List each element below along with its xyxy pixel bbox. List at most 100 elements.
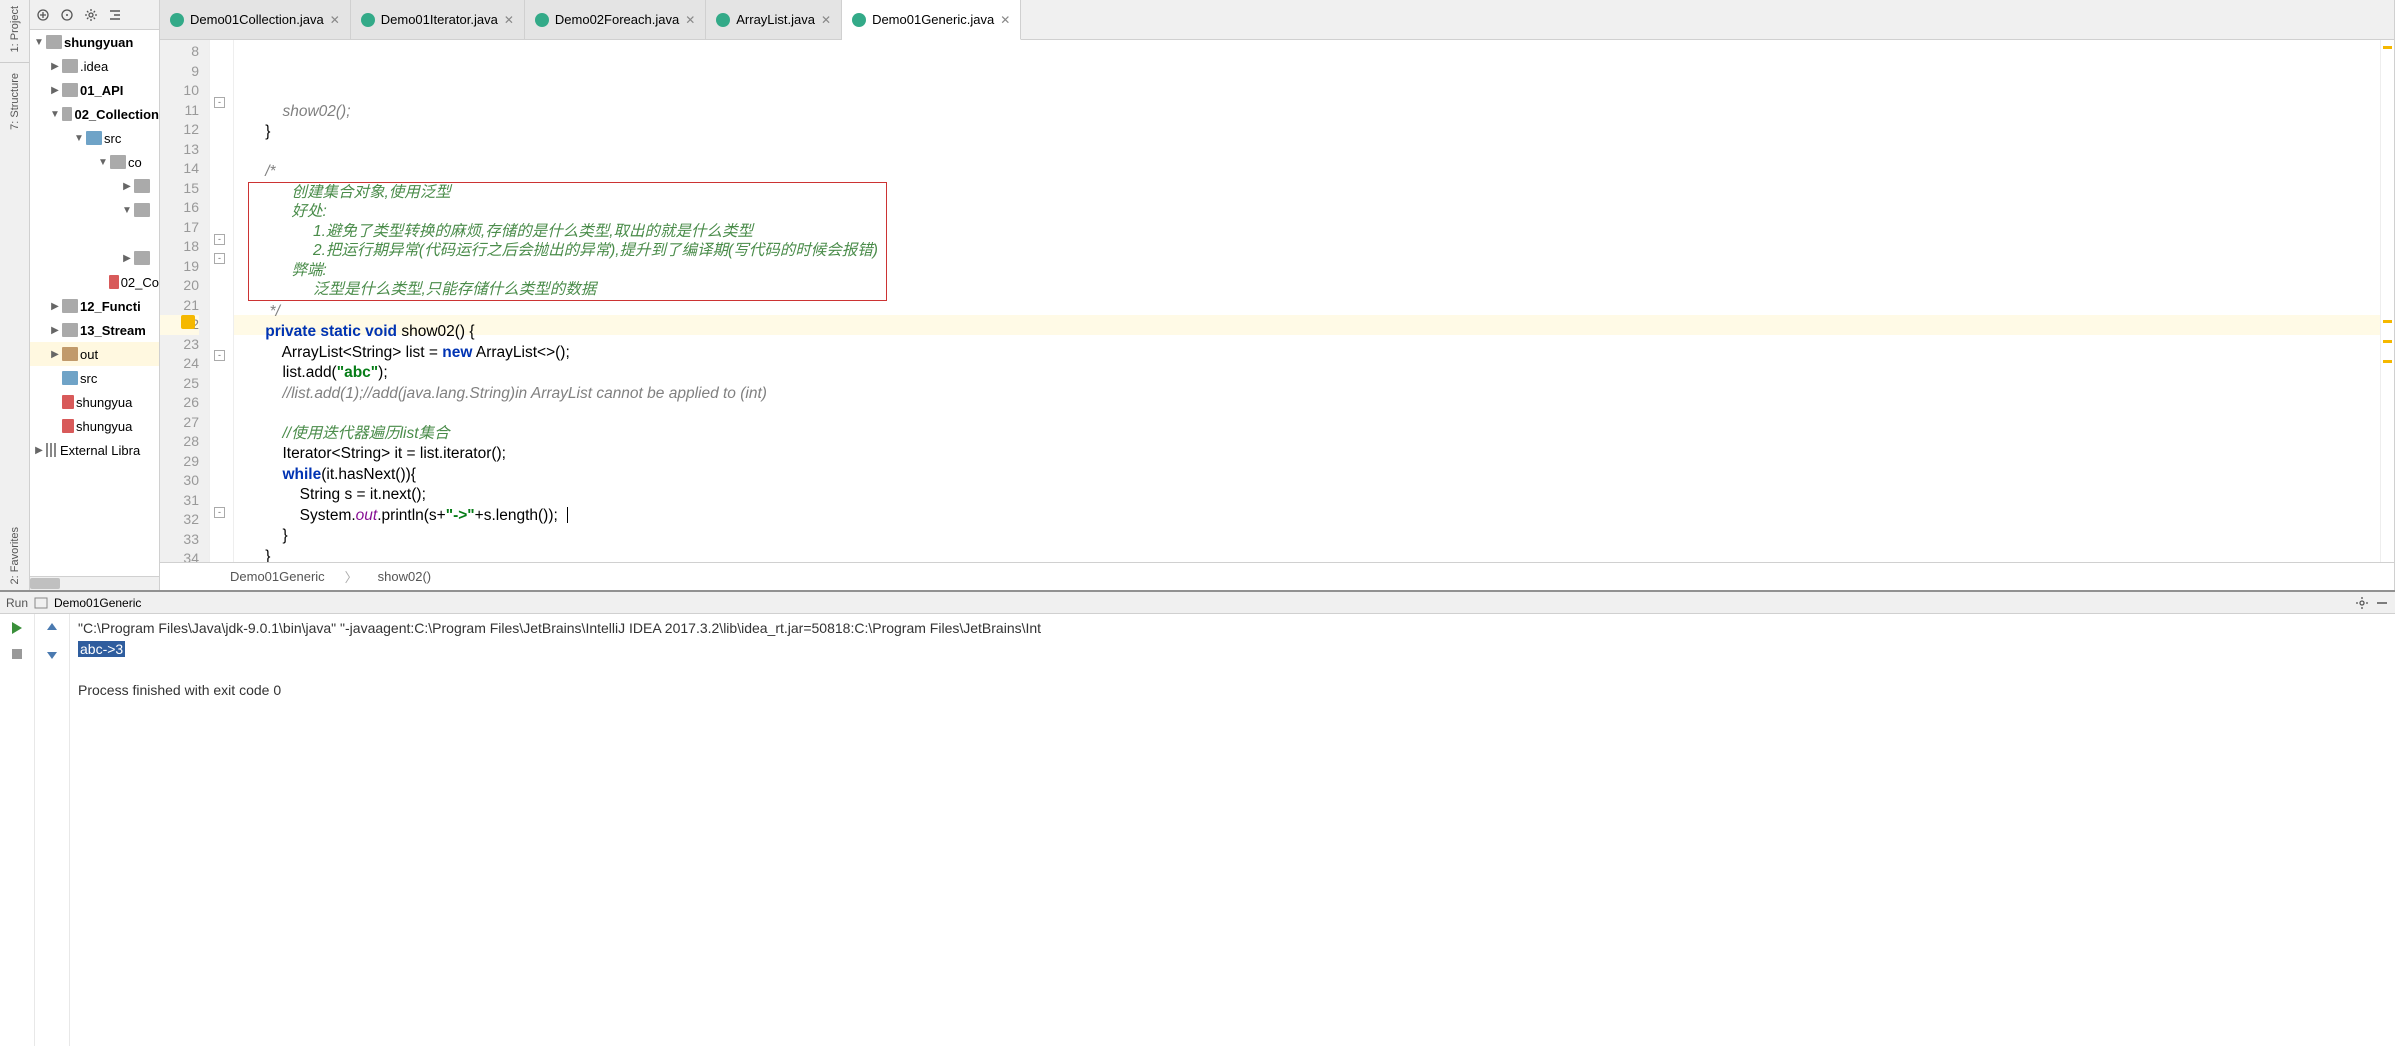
chevron-right-icon: 〉 bbox=[345, 567, 358, 586]
run-tool-window: Run Demo01Generic "C:\Program Files\Java… bbox=[0, 590, 2395, 1046]
folder-icon bbox=[62, 323, 78, 337]
breadcrumb: Demo01Generic 〉 show02() bbox=[160, 562, 2394, 590]
java-class-icon bbox=[535, 13, 549, 27]
chevron-right-icon[interactable]: ▶ bbox=[50, 301, 60, 312]
close-icon[interactable]: ✕ bbox=[330, 13, 340, 27]
folder-icon bbox=[134, 179, 150, 193]
fold-gutter[interactable]: - - - - - bbox=[210, 40, 234, 562]
chevron-down-icon[interactable]: ▼ bbox=[34, 37, 44, 48]
settings-gear-icon[interactable] bbox=[84, 8, 98, 22]
horizontal-scrollbar[interactable] bbox=[30, 576, 159, 590]
chevron-down-icon[interactable]: ▼ bbox=[50, 109, 60, 120]
tab-arraylist[interactable]: ArrayList.java ✕ bbox=[706, 0, 842, 39]
tab-demo02foreach[interactable]: Demo02Foreach.java✕ bbox=[525, 0, 706, 39]
tree-item[interactable]: shungyua bbox=[76, 395, 132, 410]
tree-root[interactable]: shungyuan bbox=[64, 35, 133, 50]
java-class-icon bbox=[716, 13, 730, 27]
library-icon bbox=[46, 443, 58, 457]
run-toolbar bbox=[0, 614, 70, 1046]
chevron-down-icon[interactable]: ▼ bbox=[98, 157, 108, 168]
rail-favorites[interactable]: 2: Favorites bbox=[9, 521, 21, 590]
tab-label: ArrayList.java bbox=[736, 12, 815, 27]
tree-item[interactable]: 02_Collection bbox=[74, 107, 159, 122]
editor-pane: Demo01Collection.java ✕ Demo01Iterator.ja… bbox=[160, 0, 2395, 590]
close-icon[interactable]: ✕ bbox=[821, 13, 831, 27]
fold-minus-icon[interactable]: - bbox=[214, 350, 225, 361]
folder-icon bbox=[62, 107, 73, 121]
iml-file-icon bbox=[109, 275, 119, 289]
fold-minus-icon[interactable]: - bbox=[214, 507, 225, 518]
project-tool-window: ▼ shungyuan ▶ .idea ▶ 01_API ▼ 02_Collection… bbox=[30, 0, 160, 590]
fold-minus-icon[interactable]: - bbox=[214, 97, 225, 108]
rail-structure[interactable]: 7: Structure bbox=[9, 67, 21, 136]
folder-icon bbox=[86, 131, 102, 145]
folder-icon bbox=[62, 371, 78, 385]
folder-icon bbox=[134, 251, 150, 265]
chevron-right-icon[interactable]: ▶ bbox=[50, 325, 60, 336]
tree-item[interactable]: External Libra bbox=[60, 443, 140, 458]
scroll-up-icon[interactable] bbox=[44, 620, 60, 636]
editor-tabbar: Demo01Collection.java ✕ Demo01Iterator.ja… bbox=[160, 0, 2394, 40]
close-icon[interactable]: ✕ bbox=[685, 13, 695, 27]
rerun-icon[interactable] bbox=[9, 620, 25, 636]
chevron-right-icon[interactable]: ▶ bbox=[50, 349, 60, 360]
expand-all-icon[interactable] bbox=[36, 8, 50, 22]
folder-icon bbox=[110, 155, 126, 169]
folder-icon bbox=[62, 347, 78, 361]
tree-item[interactable]: shungyua bbox=[76, 419, 132, 434]
console-output[interactable]: "C:\Program Files\Java\jdk-9.0.1\bin\jav… bbox=[70, 614, 2395, 1046]
chevron-right-icon[interactable]: ▶ bbox=[122, 181, 132, 192]
java-class-icon bbox=[170, 13, 184, 27]
fold-minus-icon[interactable]: - bbox=[214, 253, 225, 264]
tab-label: Demo01Collection.java bbox=[190, 12, 324, 27]
chevron-right-icon[interactable]: ▶ bbox=[50, 85, 60, 96]
tab-demo01iterator[interactable]: Demo01Iterator.java ✕ bbox=[351, 0, 525, 39]
project-tree[interactable]: ▼ shungyuan ▶ .idea ▶ 01_API ▼ 02_Collection… bbox=[30, 30, 159, 576]
tab-demo01generic[interactable]: Demo01Generic.java ✕ bbox=[842, 0, 1021, 40]
line-number-gutter[interactable]: 8910111213141516171819202122232425262728… bbox=[160, 40, 210, 562]
breadcrumb-method[interactable]: show02() bbox=[378, 569, 431, 584]
intention-bulb-icon[interactable] bbox=[181, 315, 195, 329]
run-config-name[interactable]: Demo01Generic bbox=[54, 596, 141, 610]
console-line: Process finished with exit code 0 bbox=[78, 682, 281, 698]
run-title: Run bbox=[6, 596, 28, 610]
close-icon[interactable]: ✕ bbox=[504, 13, 514, 27]
tree-item[interactable]: src bbox=[80, 371, 97, 386]
tree-item[interactable]: 13_Stream bbox=[80, 323, 146, 338]
tree-item[interactable]: 01_API bbox=[80, 83, 123, 98]
tree-item[interactable]: .idea bbox=[80, 59, 108, 74]
iml-file-icon bbox=[62, 395, 74, 409]
folder-icon bbox=[62, 59, 78, 73]
scroll-from-source-icon[interactable] bbox=[60, 8, 74, 22]
chevron-down-icon[interactable]: ▼ bbox=[122, 205, 132, 216]
tree-item[interactable]: src bbox=[104, 131, 121, 146]
tab-label: Demo01Generic.java bbox=[872, 12, 994, 27]
project-toolbar bbox=[30, 0, 159, 30]
rail-project[interactable]: 1: Project bbox=[9, 0, 21, 58]
close-icon[interactable]: ✕ bbox=[1000, 13, 1010, 27]
tree-item[interactable]: 02_Co bbox=[121, 275, 159, 290]
folder-icon bbox=[62, 83, 78, 97]
breadcrumb-class[interactable]: Demo01Generic bbox=[230, 569, 325, 584]
chevron-right-icon[interactable]: ▶ bbox=[34, 445, 44, 456]
tab-demo01collection[interactable]: Demo01Collection.java ✕ bbox=[160, 0, 351, 39]
code-editor[interactable]: show02(); } /* 创建集合对象,使用泛型 好处: 1.避免了类型转换… bbox=[234, 40, 2380, 562]
chevron-right-icon[interactable]: ▶ bbox=[122, 253, 132, 264]
tab-label: Demo01Iterator.java bbox=[381, 12, 498, 27]
stop-icon[interactable] bbox=[9, 646, 25, 662]
error-stripe[interactable] bbox=[2380, 40, 2394, 562]
hide-icon[interactable] bbox=[108, 8, 122, 22]
tree-item[interactable]: 12_Functi bbox=[80, 299, 141, 314]
tree-item[interactable]: out bbox=[80, 347, 98, 362]
chevron-right-icon[interactable]: ▶ bbox=[50, 61, 60, 72]
fold-minus-icon[interactable]: - bbox=[214, 234, 225, 245]
run-config-icon[interactable] bbox=[34, 596, 48, 610]
java-class-icon bbox=[852, 13, 866, 27]
hide-icon[interactable] bbox=[2375, 596, 2389, 610]
iml-file-icon bbox=[62, 419, 74, 433]
console-line: "C:\Program Files\Java\jdk-9.0.1\bin\jav… bbox=[78, 620, 1041, 636]
chevron-down-icon[interactable]: ▼ bbox=[74, 133, 84, 144]
scroll-down-icon[interactable] bbox=[44, 646, 60, 662]
tree-item[interactable]: co bbox=[128, 155, 142, 170]
settings-gear-icon[interactable] bbox=[2355, 596, 2369, 610]
